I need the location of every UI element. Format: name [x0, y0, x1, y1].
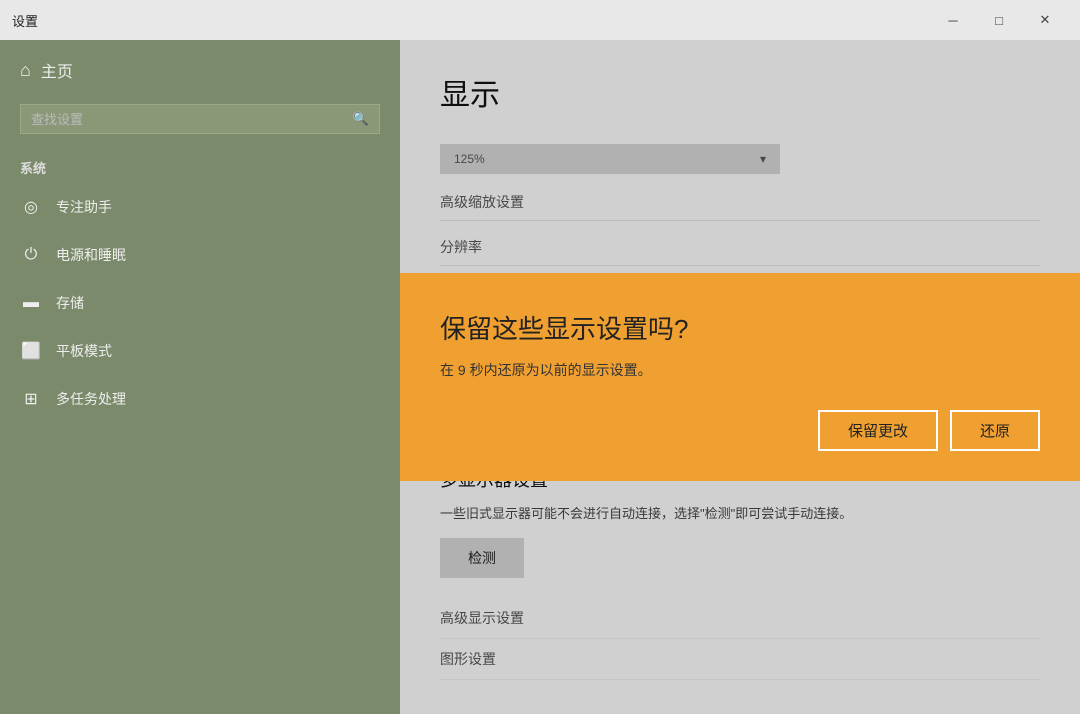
sidebar-item-storage[interactable]: ▬ 存储 [0, 279, 400, 327]
app-title: 设置 [12, 11, 38, 30]
sidebar-items: ◎ 专注助手 ⏻ 电源和睡眠 ▬ 存储 ⬜ 平板模式 ⊞ 多任务处理 [0, 183, 400, 714]
sidebar-item-power[interactable]: ⏻ 电源和睡眠 [0, 231, 400, 279]
dialog-title: 保留这些显示设置吗? [440, 309, 1040, 346]
home-icon: ⌂ [20, 60, 31, 81]
focus-icon: ◎ [20, 197, 42, 217]
search-icon: 🔍 [353, 111, 369, 127]
power-icon: ⏻ [20, 246, 42, 264]
sidebar-item-multitask[interactable]: ⊞ 多任务处理 [0, 375, 400, 423]
home-label: 主页 [41, 58, 73, 82]
tablet-icon: ⬜ [20, 341, 42, 361]
sidebar-search-container[interactable]: 🔍 [20, 104, 380, 134]
sidebar-item-multitask-label: 多任务处理 [56, 389, 126, 409]
sidebar-item-tablet-label: 平板模式 [56, 341, 112, 361]
sidebar: ⌂ 主页 🔍 系统 ◎ 专注助手 ⏻ 电源和睡眠 ▬ 存储 ⬜ 平板模式 [0, 40, 400, 714]
sidebar-item-focus[interactable]: ◎ 专注助手 [0, 183, 400, 231]
sidebar-item-tablet[interactable]: ⬜ 平板模式 [0, 327, 400, 375]
close-button[interactable]: ✕ [1022, 0, 1068, 40]
sidebar-item-power-label: 电源和睡眠 [56, 245, 126, 265]
sidebar-item-storage-label: 存储 [56, 293, 84, 313]
keep-changes-button[interactable]: 保留更改 [818, 410, 938, 451]
dialog-overlay: 保留这些显示设置吗? 在 9 秒内还原为以前的显示设置。 保留更改 还原 [400, 40, 1080, 714]
minimize-button[interactable]: ─ [930, 0, 976, 40]
window-controls: ─ □ ✕ [930, 0, 1068, 40]
search-input[interactable] [31, 112, 353, 127]
app-body: ⌂ 主页 🔍 系统 ◎ 专注助手 ⏻ 电源和睡眠 ▬ 存储 ⬜ 平板模式 [0, 40, 1080, 714]
content-area: 显示 125% ▾ 高级缩放设置 分辨率 多显示器设置 一些旧式显示器可能不会进… [400, 40, 1080, 714]
dialog-description: 在 9 秒内还原为以前的显示设置。 [440, 360, 1040, 380]
multitask-icon: ⊞ [20, 389, 42, 409]
sidebar-item-focus-label: 专注助手 [56, 197, 112, 217]
revert-button[interactable]: 还原 [950, 410, 1040, 451]
title-bar: 设置 ─ □ ✕ [0, 0, 1080, 40]
sidebar-home[interactable]: ⌂ 主页 [0, 40, 400, 100]
storage-icon: ▬ [20, 294, 42, 312]
dialog: 保留这些显示设置吗? 在 9 秒内还原为以前的显示设置。 保留更改 还原 [400, 273, 1080, 481]
dialog-buttons: 保留更改 还原 [440, 410, 1040, 451]
sidebar-section-label: 系统 [0, 150, 400, 183]
maximize-button[interactable]: □ [976, 0, 1022, 40]
